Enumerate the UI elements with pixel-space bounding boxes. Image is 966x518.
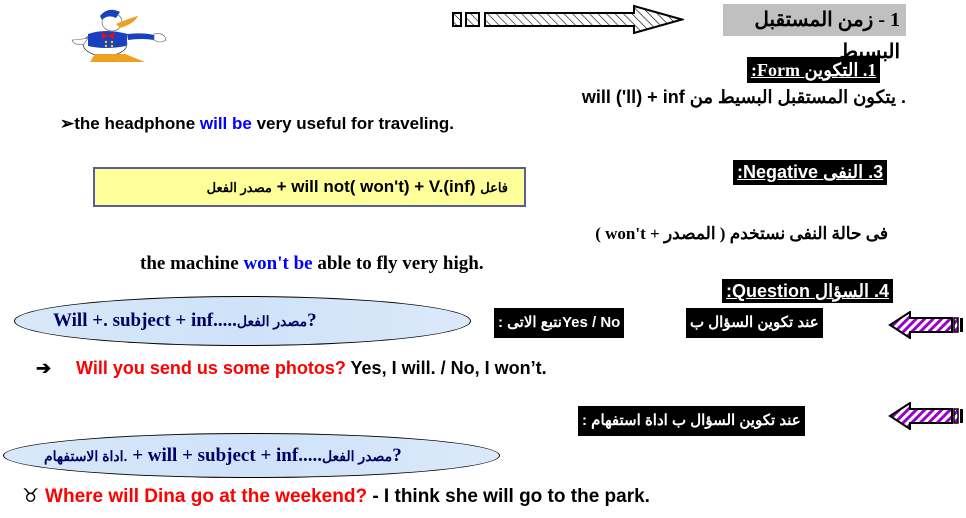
bullet-arrow-icon: ➢: [60, 114, 75, 133]
example-text: very useful for traveling.: [251, 114, 455, 133]
left-arrow-icon: [888, 311, 963, 339]
wh-question-label: عند تكوين السؤال ب اداة استفهام :: [578, 406, 805, 436]
heading-english: Question: [732, 281, 811, 301]
left-arrow-icon: [888, 402, 963, 430]
yesno-formula-ellipse: Will +. subject + inf.....مصدر الفعل?: [14, 296, 471, 346]
example-answer: - I think she will go to the park.: [367, 486, 650, 507]
formula-subject: فاعل: [480, 180, 508, 195]
example-highlight: will be: [199, 114, 252, 133]
formula-middle: + will not( won't) + V.(inf): [271, 177, 481, 196]
taurus-bullet-icon: ♉: [22, 485, 40, 507]
formula-arabic: مصدر الفعل: [236, 313, 308, 329]
example-question: Will you send us some photos?: [76, 358, 346, 378]
form-example: ➢the headphone will be very useful for t…: [60, 114, 454, 134]
heading-english: Negative: [743, 162, 819, 182]
formula-english: + will + subject + inf.....: [127, 445, 322, 466]
wh-example: ♉ Where will Dina go at the weekend? - I …: [22, 485, 650, 508]
example-text: the headphone: [74, 114, 200, 133]
form-rule: . يتكون المستقبل البسيط من will ('ll) + …: [582, 87, 906, 108]
yesno-label-right: عند تكوين السؤال ب: [686, 308, 823, 338]
right-arrow-icon: [452, 4, 684, 34]
example-highlight: won't be: [243, 253, 313, 274]
negative-formula-box: فاعل + will not( won't) + V.(inf) مصدر ا…: [93, 167, 526, 207]
form-rule-english: will ('ll) + inf: [581, 87, 685, 107]
heading-number: 1.: [862, 60, 877, 80]
heading-number: 4.: [873, 281, 889, 301]
example-text: able to fly very high.: [312, 253, 484, 274]
wh-formula-ellipse: اداة الاستفهام. + will + subject + inf..…: [3, 433, 500, 478]
heading-english: Form: [757, 60, 800, 80]
formula-end: ?: [307, 310, 317, 331]
negative-rule: فى حالة النفى نستخدم ( المصدر + won't ): [595, 224, 888, 243]
formula-english: Will +. subject + inf.....: [53, 310, 237, 331]
heading-number: 3.: [868, 162, 884, 182]
yesno-example: ➔ Will you send us some photos? Yes, I wi…: [36, 358, 547, 379]
yesno-english: Yes / No: [561, 314, 621, 331]
formula-arabic-start: اداة الاستفهام.: [44, 448, 128, 464]
form-rule-arabic: . يتكون المستقبل البسيط من: [689, 87, 906, 107]
formula-end: ?: [392, 445, 402, 466]
donald-duck-illustration: [71, 9, 167, 62]
heading-arabic: النفى: [823, 162, 864, 182]
form-section-heading: 1. التكوين Form:: [747, 57, 881, 83]
negative-section-heading: 3. النفى Negative:: [733, 160, 888, 185]
negative-example: the machine won't be able to fly very hi…: [140, 253, 484, 275]
heading-arabic: السؤال: [815, 281, 869, 301]
page-title: 1 - زمن المستقبل البسيط: [723, 4, 906, 63]
formula-arabic: مصدر الفعل: [321, 448, 393, 464]
question-section-heading: 4. السؤال Question:: [722, 279, 893, 303]
yesno-arabic: نتبع الاتى :: [498, 314, 562, 331]
example-text: the machine: [140, 253, 244, 274]
example-question: Where will Dina go at the weekend?: [45, 486, 368, 507]
heading-arabic: التكوين: [804, 60, 859, 80]
yesno-label-left: Yes / Noنتبع الاتى :: [494, 308, 625, 338]
bullet-arrow-icon: ➔: [36, 358, 52, 378]
formula-verb: مصدر الفعل: [206, 180, 272, 195]
example-answer: Yes, I will. / No, I won’t.: [345, 358, 547, 378]
